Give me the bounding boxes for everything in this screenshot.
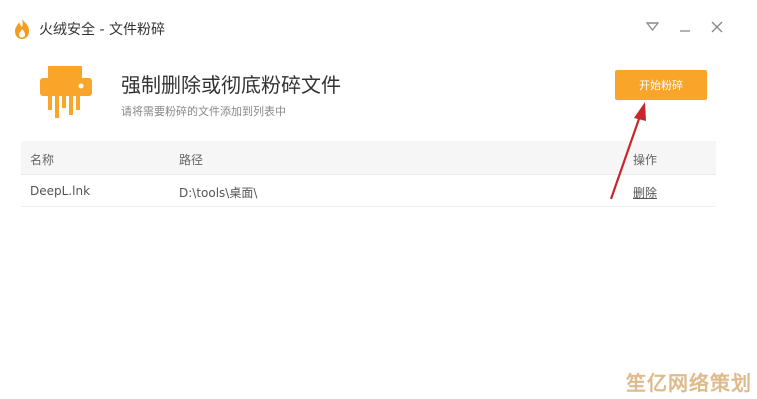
watermark-text: 笙亿网络策划 [626,371,752,395]
table-header: 名称 路径 操作 [21,141,716,175]
row-file-name: DeepL.lnk [30,184,91,198]
column-header-path[interactable]: 路径 [179,151,203,168]
close-icon[interactable] [708,18,726,36]
column-header-name[interactable]: 名称 [30,151,54,168]
minimize-icon[interactable] [676,18,694,36]
row-file-path: D:\tools\桌面\ [179,186,258,200]
triangle-down-icon[interactable] [643,18,661,36]
shredder-icon [40,66,92,118]
row-delete-link[interactable]: 删除 [633,184,657,201]
column-header-action: 操作 [633,153,658,167]
titlebar: 火绒安全 - 文件粉碎 [0,0,757,56]
start-shred-button[interactable]: 开始粉碎 [615,70,707,100]
page-title: 强制删除或彻底粉碎文件 [121,73,341,97]
flame-shield-icon [15,19,29,39]
page-subtitle: 请将需要粉碎的文件添加到列表中 [121,105,286,118]
window-title: 火绒安全 - 文件粉碎 [39,22,165,38]
table-row[interactable]: DeepL.lnk D:\tools\桌面\ 删除 [21,175,716,207]
